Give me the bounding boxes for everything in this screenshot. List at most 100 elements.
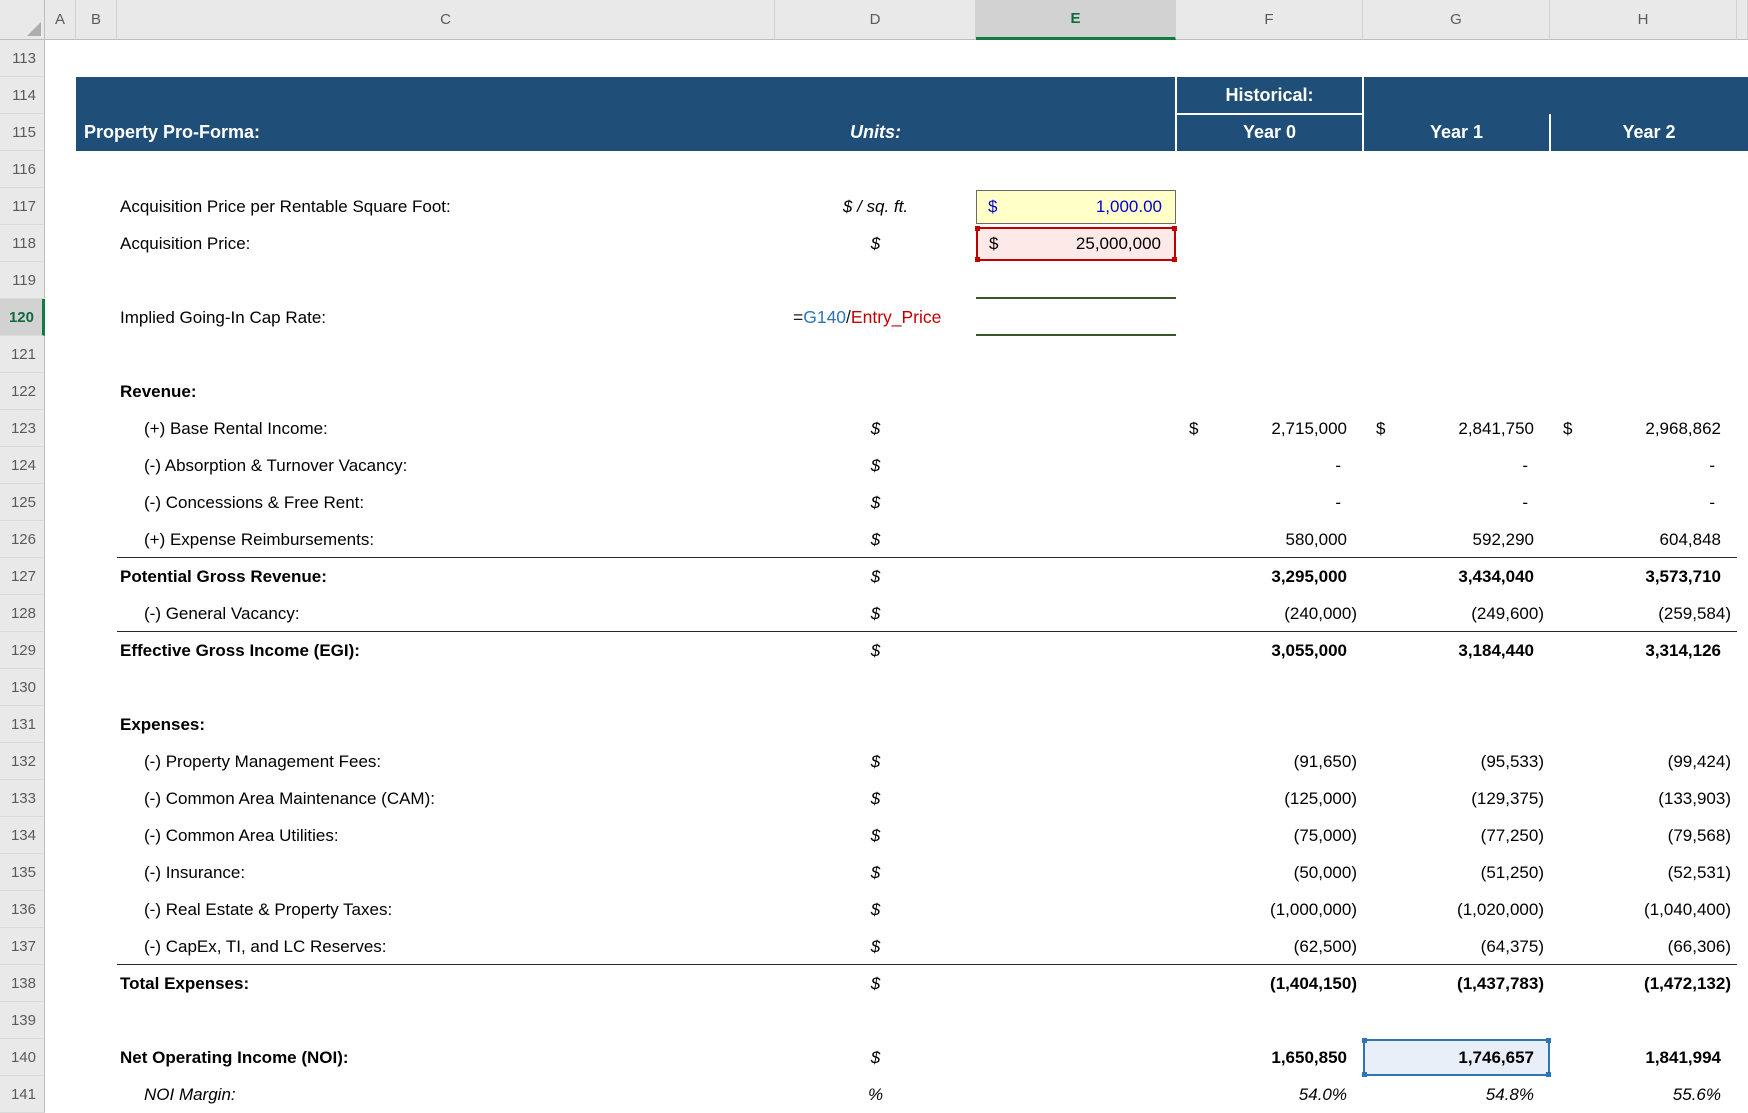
column-header-F[interactable]: F: [1176, 0, 1363, 40]
row-header-129[interactable]: 129: [0, 632, 45, 669]
select-all-corner[interactable]: [0, 0, 45, 40]
row-header-137[interactable]: 137: [0, 928, 45, 965]
cell-F141[interactable]: 54.0%: [1176, 1076, 1363, 1113]
row-header-113[interactable]: 113: [0, 40, 45, 77]
cell-C134[interactable]: (-) Common Area Utilities:: [117, 817, 775, 854]
column-header-E[interactable]: E: [976, 0, 1176, 40]
input-cell-E118[interactable]: $25,000,000: [976, 227, 1176, 261]
cell-H141[interactable]: 55.6%: [1550, 1076, 1737, 1113]
cell-H128[interactable]: (259,584): [1550, 595, 1737, 632]
cell-H123[interactable]: 2,968,862: [1550, 410, 1737, 447]
cell-D136[interactable]: $: [775, 891, 976, 928]
cell-D132[interactable]: $: [775, 743, 976, 780]
row-header-118[interactable]: 118: [0, 225, 45, 262]
cell-D129[interactable]: $: [775, 632, 976, 669]
cell-D134[interactable]: $: [775, 817, 976, 854]
row-header-135[interactable]: 135: [0, 854, 45, 891]
column-header-D[interactable]: D: [775, 0, 976, 40]
cell-C141[interactable]: NOI Margin:: [117, 1076, 775, 1113]
column-header-A[interactable]: A: [45, 0, 76, 40]
cell-C131[interactable]: Expenses:: [117, 706, 775, 743]
cell-H127[interactable]: 3,573,710: [1550, 558, 1737, 595]
cell-F126[interactable]: 580,000: [1176, 521, 1363, 558]
cell-H124[interactable]: -: [1550, 447, 1737, 484]
cell-D128[interactable]: $: [775, 595, 976, 632]
row-header-132[interactable]: 132: [0, 743, 45, 780]
cell-H133[interactable]: (133,903): [1550, 780, 1737, 817]
cell-G138[interactable]: (1,437,783): [1363, 965, 1550, 1002]
cell-D117[interactable]: $ / sq. ft.: [775, 188, 976, 225]
cell-C132[interactable]: (-) Property Management Fees:: [117, 743, 775, 780]
cell-C122[interactable]: Revenue:: [117, 373, 775, 410]
row-header-126[interactable]: 126: [0, 521, 45, 558]
cell-G127[interactable]: 3,434,040: [1363, 558, 1550, 595]
cell-F137[interactable]: (62,500): [1176, 928, 1363, 965]
cell-F134[interactable]: (75,000): [1176, 817, 1363, 854]
input-cell-E117[interactable]: $1,000.00: [976, 190, 1176, 224]
cell-C137[interactable]: (-) CapEx, TI, and LC Reserves:: [117, 928, 775, 965]
cell-D133[interactable]: $: [775, 780, 976, 817]
cell-D126[interactable]: $: [775, 521, 976, 558]
cell-C124[interactable]: (-) Absorption & Turnover Vacancy:: [117, 447, 775, 484]
row-header-122[interactable]: 122: [0, 373, 45, 410]
cell-D125[interactable]: $: [775, 484, 976, 521]
cell-C135[interactable]: (-) Insurance:: [117, 854, 775, 891]
row-header-123[interactable]: 123: [0, 410, 45, 447]
proforma-banner[interactable]: Property Pro-Forma: Units: Historical: Y…: [76, 77, 1748, 151]
cell-C128[interactable]: (-) General Vacancy:: [117, 595, 775, 632]
cell-C140[interactable]: Net Operating Income (NOI):: [117, 1039, 775, 1076]
cell-G136[interactable]: (1,020,000): [1363, 891, 1550, 928]
cell-H132[interactable]: (99,424): [1550, 743, 1737, 780]
column-header-partial[interactable]: [1737, 0, 1748, 40]
column-header-H[interactable]: H: [1550, 0, 1737, 40]
row-header-117[interactable]: 117: [0, 188, 45, 225]
cell-G124[interactable]: -: [1363, 447, 1550, 484]
cell-C123[interactable]: (+) Base Rental Income:: [117, 410, 775, 447]
row-header-125[interactable]: 125: [0, 484, 45, 521]
cell-F135[interactable]: (50,000): [1176, 854, 1363, 891]
cell-C117[interactable]: Acquisition Price per Rentable Square Fo…: [117, 188, 775, 225]
cell-C127[interactable]: Potential Gross Revenue:: [117, 558, 775, 595]
row-header-141[interactable]: 141: [0, 1076, 45, 1113]
cell-H138[interactable]: (1,472,132): [1550, 965, 1737, 1002]
cell-D135[interactable]: $: [775, 854, 976, 891]
cell-F128[interactable]: (240,000): [1176, 595, 1363, 632]
cell-G126[interactable]: 592,290: [1363, 521, 1550, 558]
cell-H136[interactable]: (1,040,400): [1550, 891, 1737, 928]
cell-G133[interactable]: (129,375): [1363, 780, 1550, 817]
row-header-115[interactable]: 115: [0, 114, 45, 151]
cell-F140[interactable]: 1,650,850: [1176, 1039, 1363, 1076]
cell-G132[interactable]: (95,533): [1363, 743, 1550, 780]
cell-H137[interactable]: (66,306): [1550, 928, 1737, 965]
cell-F123[interactable]: 2,715,000: [1176, 410, 1363, 447]
row-header-124[interactable]: 124: [0, 447, 45, 484]
row-header-138[interactable]: 138: [0, 965, 45, 1002]
cell-H135[interactable]: (52,531): [1550, 854, 1737, 891]
referenced-cell-G140[interactable]: 1,746,657: [1363, 1039, 1550, 1076]
cell-C129[interactable]: Effective Gross Income (EGI):: [117, 632, 775, 669]
row-header-116[interactable]: 116: [0, 151, 45, 188]
row-header-139[interactable]: 139: [0, 1002, 45, 1039]
cell-F124[interactable]: -: [1176, 447, 1363, 484]
cell-D118[interactable]: $: [775, 225, 976, 262]
cell-D141[interactable]: %: [775, 1076, 976, 1113]
cell-D124[interactable]: $: [775, 447, 976, 484]
column-header-G[interactable]: G: [1363, 0, 1550, 40]
cell-C126[interactable]: (+) Expense Reimbursements:: [117, 521, 775, 558]
column-header-B[interactable]: B: [76, 0, 117, 40]
cell-G123[interactable]: 2,841,750: [1363, 410, 1550, 447]
cell-F133[interactable]: (125,000): [1176, 780, 1363, 817]
cell-H125[interactable]: -: [1550, 484, 1737, 521]
row-header-128[interactable]: 128: [0, 595, 45, 632]
row-header-127[interactable]: 127: [0, 558, 45, 595]
formula-edit-cell[interactable]: =G140/Entry_Price: [793, 299, 941, 336]
cell-H134[interactable]: (79,568): [1550, 817, 1737, 854]
cell-C125[interactable]: (-) Concessions & Free Rent:: [117, 484, 775, 521]
cell-C133[interactable]: (-) Common Area Maintenance (CAM):: [117, 780, 775, 817]
cell-G129[interactable]: 3,184,440: [1363, 632, 1550, 669]
cell-H129[interactable]: 3,314,126: [1550, 632, 1737, 669]
row-header-131[interactable]: 131: [0, 706, 45, 743]
row-header-134[interactable]: 134: [0, 817, 45, 854]
cell-G135[interactable]: (51,250): [1363, 854, 1550, 891]
row-header-114[interactable]: 114: [0, 77, 45, 114]
